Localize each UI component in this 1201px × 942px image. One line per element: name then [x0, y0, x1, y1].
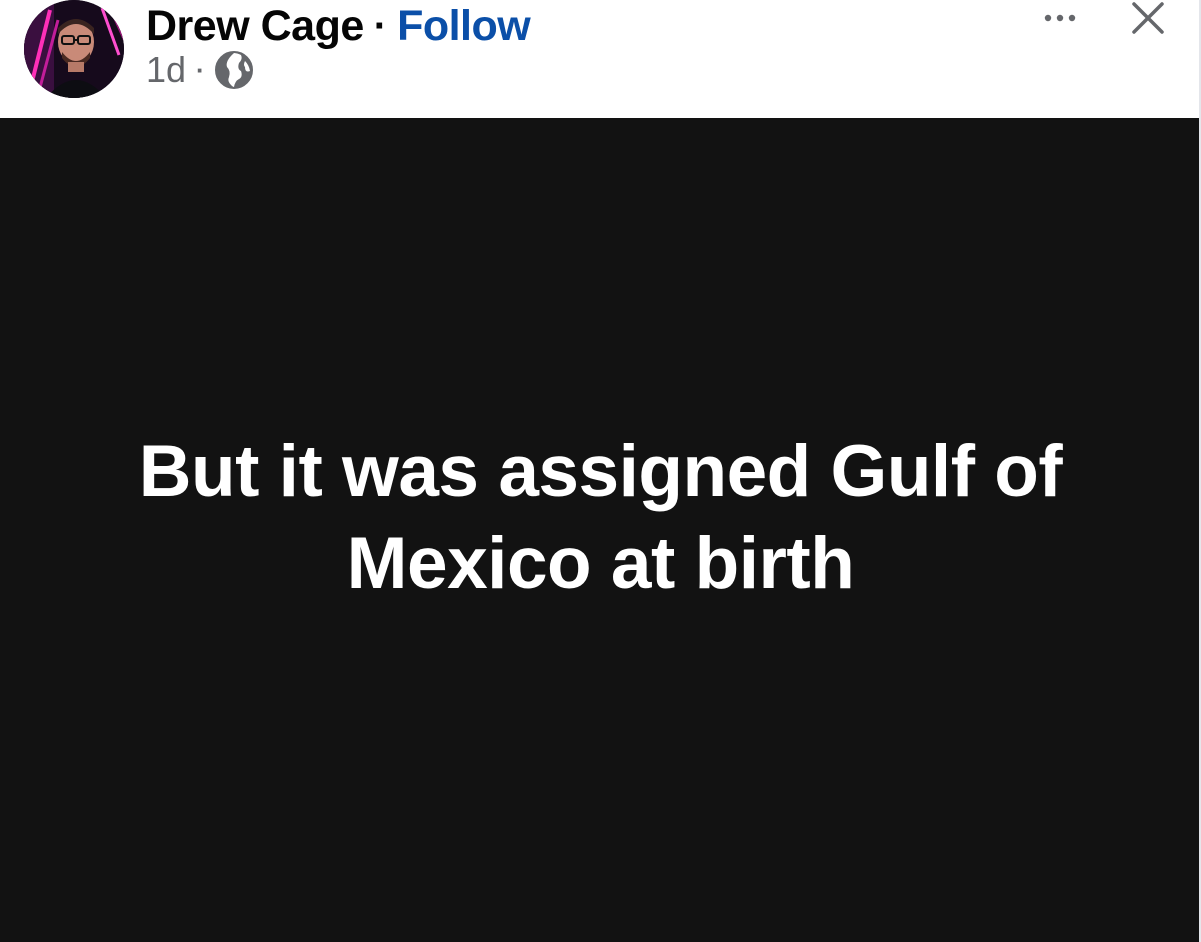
post-meta: 1d · [146, 48, 253, 92]
post-header: Drew Cage · Follow 1d · [0, 0, 1201, 118]
follow-button[interactable]: Follow [397, 2, 531, 51]
more-options-icon [1044, 14, 1076, 22]
author-avatar[interactable] [24, 0, 124, 98]
post-viewer: Drew Cage · Follow 1d · But it was assig… [0, 0, 1201, 942]
globe-icon[interactable] [214, 51, 253, 89]
post-content-card: But it was assigned Gulf of Mexico at bi… [0, 118, 1201, 942]
author-row: Drew Cage · Follow [146, 0, 531, 52]
post-timestamp[interactable]: 1d [146, 49, 186, 91]
close-button[interactable] [1126, 0, 1170, 36]
name-separator: · [373, 3, 388, 48]
meta-separator: · [196, 54, 205, 85]
close-icon [1132, 2, 1164, 34]
author-name[interactable]: Drew Cage [146, 2, 364, 51]
more-options-button[interactable] [1040, 6, 1080, 30]
avatar-photo [24, 0, 124, 98]
post-text: But it was assigned Gulf of Mexico at bi… [138, 430, 1063, 604]
